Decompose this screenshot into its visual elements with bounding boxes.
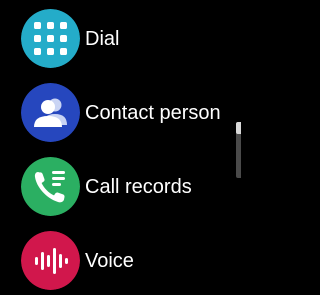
menu-item-label: Contact person <box>85 102 221 124</box>
dialpad-icon <box>21 9 80 68</box>
voice-icon <box>21 231 80 290</box>
menu-item-dial[interactable]: Dial <box>0 5 241 73</box>
menu-item-label: Voice <box>85 250 134 272</box>
menu-item-contact-person[interactable]: Contact person <box>0 79 241 147</box>
menu-item-label: Dial <box>85 28 120 50</box>
scrollbar[interactable] <box>236 122 241 178</box>
menu-item-call-records[interactable]: Call records <box>0 153 241 221</box>
contact-person-icon <box>21 83 80 142</box>
dialpad-icon-graphic <box>21 9 80 68</box>
scrollbar-thumb[interactable] <box>236 122 241 134</box>
menu-item-label: Call records <box>85 176 192 198</box>
call-records-icon <box>21 157 80 216</box>
call-records-icon-graphic <box>21 157 80 216</box>
watch-screen: Dial Contact person Call records Voice <box>0 0 241 295</box>
menu-item-voice[interactable]: Voice <box>0 227 241 295</box>
voice-icon-graphic <box>21 231 80 290</box>
contact-person-icon-graphic <box>21 83 80 142</box>
